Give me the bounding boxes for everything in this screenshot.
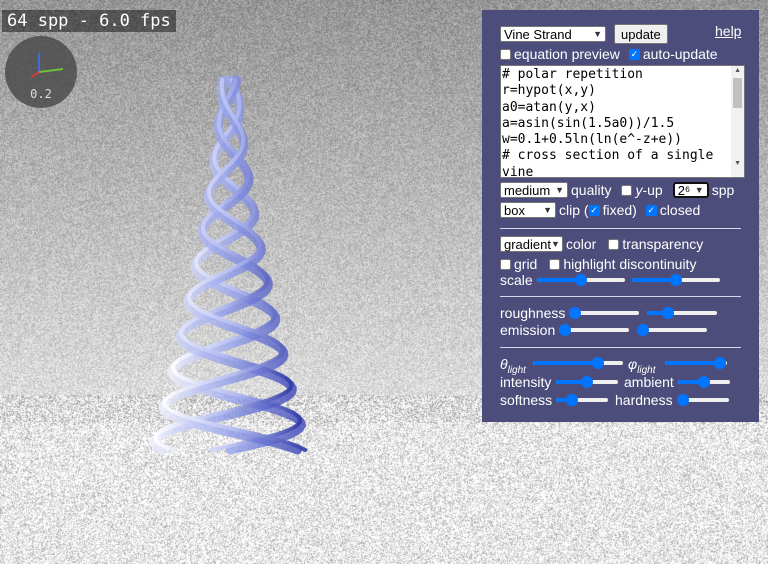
grid-checkbox[interactable] [500, 259, 511, 270]
fixed-checkbox[interactable]: ✓ [589, 205, 600, 216]
update-button[interactable]: update [614, 24, 668, 44]
equation-preview-label: equation preview [514, 46, 620, 62]
chevron-down-icon: ▼ [551, 239, 563, 249]
divider [500, 228, 741, 229]
emission-slider-b[interactable] [637, 324, 707, 336]
grid-label: grid [514, 256, 537, 272]
slider-thumb[interactable] [662, 307, 674, 319]
phi-light-slider[interactable] [665, 357, 727, 369]
divider [500, 296, 741, 297]
theta-symbol: θ [500, 356, 508, 372]
slider-thumb[interactable] [559, 324, 571, 336]
intensity-slider[interactable] [556, 376, 618, 388]
preset-select-value: Vine Strand [504, 27, 572, 42]
scroll-thumb[interactable] [733, 78, 742, 108]
slider-thumb[interactable] [637, 324, 649, 336]
phi-light-label: φlight [628, 356, 656, 376]
theta-light-label: θlight [500, 356, 526, 376]
slider-thumb[interactable] [566, 394, 578, 406]
preset-select[interactable]: Vine Strand ▼ [500, 26, 606, 42]
control-panel: Vine Strand ▼ update help equation previe… [482, 10, 759, 422]
y-up-label: -up [642, 182, 662, 198]
color-label: color [566, 236, 596, 252]
equation-preview-checkbox[interactable] [500, 49, 511, 60]
quality-select-value: medium [504, 183, 550, 198]
softness-slider[interactable] [556, 394, 608, 406]
softness-label: softness [500, 392, 552, 408]
auto-update-label: auto-update [643, 46, 718, 62]
scale-slider-b[interactable] [632, 274, 720, 286]
closed-label: closed [660, 202, 700, 218]
clip-select[interactable]: box ▼ [500, 202, 556, 218]
slider-fill [533, 361, 598, 365]
intensity-label: intensity [500, 374, 551, 390]
scale-slider-a[interactable] [537, 274, 625, 286]
roughness-label: roughness [500, 305, 565, 321]
slider-thumb[interactable] [698, 376, 710, 388]
equation-editor[interactable]: # polar repetition r=hypot(x,y) a0=atan(… [500, 65, 745, 178]
slider-thumb[interactable] [670, 274, 682, 286]
gizmo-scale-label: 0.2 [5, 87, 77, 101]
color-select-value: gradient [504, 237, 551, 252]
scroll-down-icon[interactable]: ▼ [734, 160, 741, 167]
phi-symbol: φ [628, 356, 637, 372]
emission-slider-a[interactable] [559, 324, 629, 336]
highlight-discontinuity-label: highlight discontinuity [563, 256, 696, 272]
scroll-up-icon[interactable]: ▲ [734, 67, 741, 74]
fixed-label: fixed) [603, 202, 637, 218]
vine-strand-render [120, 60, 360, 460]
quality-label: quality [571, 182, 611, 198]
chevron-down-icon: ▼ [555, 185, 567, 195]
chevron-down-icon: ▼ [593, 29, 605, 39]
y-up-label-y: y [635, 182, 642, 198]
divider [500, 347, 741, 348]
ambient-label: ambient [624, 374, 674, 390]
fps-readout: 64 spp - 6.0 fps [2, 10, 176, 32]
slider-fill [665, 361, 720, 365]
quality-select[interactable]: medium ▼ [500, 182, 568, 198]
chevron-down-icon: ▼ [543, 205, 555, 215]
scale-label: scale [500, 272, 533, 288]
help-link[interactable]: help [715, 23, 741, 39]
slider-thumb[interactable] [569, 307, 581, 319]
hardness-label: hardness [615, 392, 673, 408]
y-up-checkbox[interactable] [621, 185, 632, 196]
color-select[interactable]: gradient ▼ [500, 236, 563, 252]
auto-update-checkbox[interactable]: ✓ [629, 49, 640, 60]
spp-select-value: 2⁶ [678, 183, 691, 198]
transparency-label: transparency [622, 236, 703, 252]
spp-select[interactable]: 2⁶ ▼ [673, 182, 709, 198]
slider-thumb[interactable] [677, 394, 689, 406]
spp-label: spp [712, 182, 735, 198]
closed-checkbox[interactable]: ✓ [646, 205, 657, 216]
roughness-slider-b[interactable] [647, 307, 717, 319]
highlight-discontinuity-checkbox[interactable] [549, 259, 560, 270]
emission-label: emission [500, 322, 555, 338]
ambient-slider[interactable] [678, 376, 730, 388]
axes-gizmo[interactable]: 0.2 [5, 36, 77, 108]
hardness-slider[interactable] [677, 394, 729, 406]
clip-label: clip ( [559, 202, 589, 218]
transparency-checkbox[interactable] [608, 239, 619, 250]
clip-select-value: box [504, 203, 525, 218]
slider-thumb[interactable] [592, 357, 604, 369]
editor-scrollbar[interactable]: ▲ ▼ [731, 66, 744, 177]
slider-thumb[interactable] [714, 357, 726, 369]
slider-thumb[interactable] [575, 274, 587, 286]
equation-code[interactable]: # polar repetition r=hypot(x,y) a0=atan(… [501, 66, 732, 178]
roughness-slider-a[interactable] [569, 307, 639, 319]
theta-light-slider[interactable] [533, 357, 623, 369]
chevron-down-icon: ▼ [695, 185, 707, 195]
slider-thumb[interactable] [581, 376, 593, 388]
